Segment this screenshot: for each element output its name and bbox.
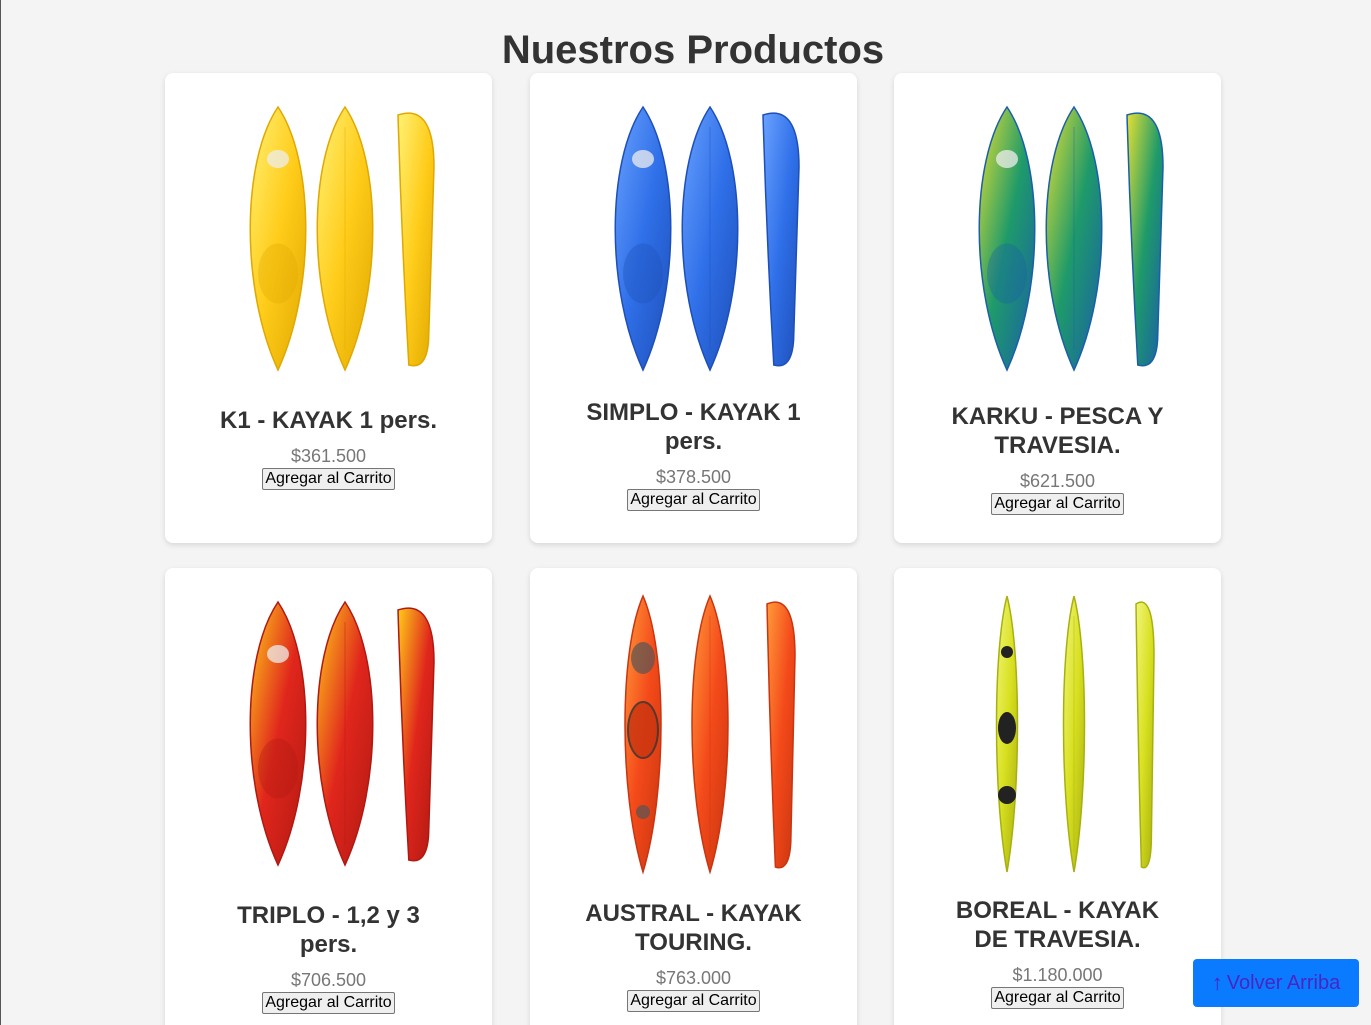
- product-name: BOREAL - KAYAK DE TRAVESIA.: [955, 897, 1160, 953]
- cockpit-shape: [627, 701, 659, 759]
- product-price: $1.180.000: [1012, 965, 1103, 985]
- kayak-side-view: [1135, 601, 1155, 869]
- back-to-top-label: Volver Arriba: [1226, 971, 1341, 994]
- add-to-cart-button[interactable]: Agregar al Carrito: [991, 493, 1124, 515]
- product-card: AUSTRAL - KAYAK TOURING. $763.000 Agrega…: [530, 568, 857, 1025]
- product-name: KARKU - PESCA Y TRAVESIA.: [951, 403, 1164, 459]
- hatch-shape: [998, 786, 1016, 804]
- kayak-side-view: [766, 601, 796, 869]
- product-price: $361.500: [290, 446, 367, 466]
- hatch-shape: [267, 150, 289, 168]
- kayak-side-view: [397, 607, 435, 862]
- product-image[interactable]: [937, 95, 1177, 385]
- product-image[interactable]: [573, 95, 813, 385]
- add-to-cart-button[interactable]: Agregar al Carrito: [991, 987, 1124, 1009]
- product-name: SIMPLO - KAYAK 1 pers.: [586, 399, 801, 455]
- hatch-shape: [996, 150, 1018, 168]
- product-card: K1 - KAYAK 1 pers. $361.500 Agregar al C…: [165, 73, 492, 543]
- product-name: AUSTRAL - KAYAK TOURING.: [585, 900, 802, 956]
- seat-shape: [258, 738, 298, 799]
- seat-shape: [623, 243, 663, 304]
- add-to-cart-button[interactable]: Agregar al Carrito: [627, 489, 760, 511]
- product-image[interactable]: [573, 590, 813, 880]
- hatch-shape: [267, 645, 289, 663]
- kayak-top-view: [614, 105, 672, 372]
- hatch-shape: [636, 805, 650, 819]
- hatch-shape: [1001, 646, 1013, 658]
- add-to-cart-button[interactable]: Agregar al Carrito: [262, 468, 395, 490]
- kayak-side-view: [1126, 112, 1164, 367]
- page: Nuestros Productos K1 - KAYAK 1 pers. $3…: [0, 0, 1371, 1025]
- kayak-side-view: [397, 112, 435, 367]
- hatch-shape: [631, 642, 655, 674]
- kayak-top-view: [249, 105, 307, 372]
- arrow-up-icon: ↑: [1211, 970, 1223, 995]
- kayak-top-view: [249, 600, 307, 867]
- hatch-shape: [632, 150, 654, 168]
- product-image[interactable]: [208, 590, 448, 880]
- kayak-top-view: [978, 105, 1036, 372]
- product-card: KARKU - PESCA Y TRAVESIA. $621.500 Agreg…: [894, 73, 1221, 543]
- seat-shape: [258, 243, 298, 304]
- product-card: BOREAL - KAYAK DE TRAVESIA. $1.180.000 A…: [894, 568, 1221, 1025]
- product-name: TRIPLO - 1,2 y 3 pers.: [237, 902, 420, 958]
- product-price: $763.000: [655, 968, 732, 988]
- kayak-side-view: [762, 112, 800, 367]
- product-price: $378.500: [655, 467, 732, 487]
- product-name: K1 - KAYAK 1 pers.: [220, 407, 437, 434]
- cockpit-shape: [998, 712, 1016, 744]
- add-to-cart-button[interactable]: Agregar al Carrito: [627, 990, 760, 1012]
- back-to-top-button[interactable]: ↑ Volver Arriba: [1193, 959, 1359, 1007]
- product-price: $706.500: [290, 970, 367, 990]
- page-title: Nuestros Productos: [501, 28, 885, 72]
- product-card: TRIPLO - 1,2 y 3 pers. $706.500 Agregar …: [165, 568, 492, 1025]
- add-to-cart-button[interactable]: Agregar al Carrito: [262, 992, 395, 1014]
- product-image[interactable]: [208, 95, 448, 385]
- product-image[interactable]: [937, 590, 1177, 880]
- seat-shape: [987, 243, 1027, 304]
- product-card: SIMPLO - KAYAK 1 pers. $378.500 Agregar …: [530, 73, 857, 543]
- product-price: $621.500: [1019, 471, 1096, 491]
